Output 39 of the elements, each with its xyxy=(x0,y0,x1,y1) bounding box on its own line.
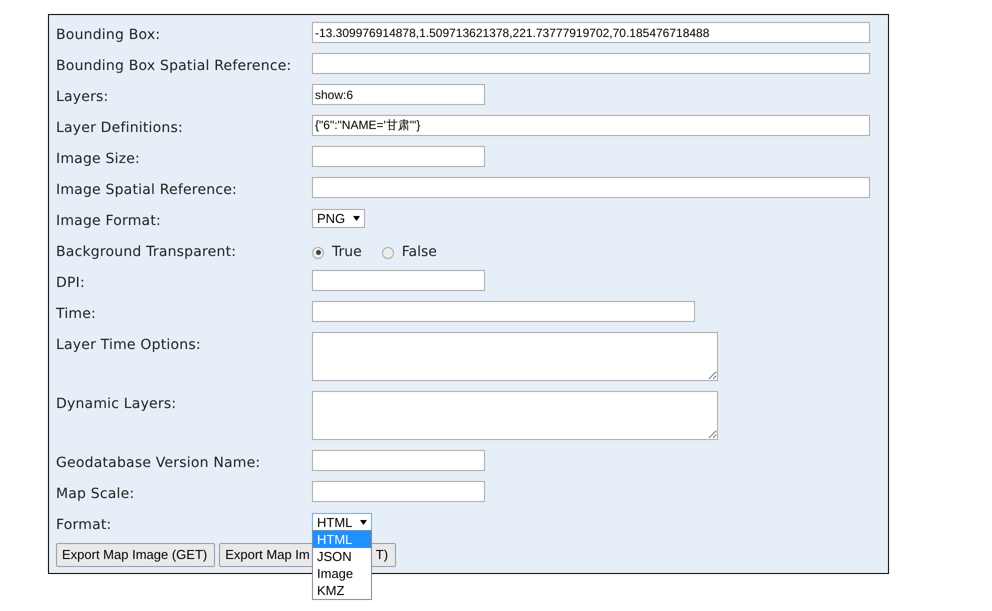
export-button[interactable]: Export Map Image (GET) xyxy=(56,543,216,566)
field-label: Geodatabase Version Name: xyxy=(56,454,262,473)
input-field[interactable] xyxy=(312,53,870,74)
dropdown-option[interactable]: Image xyxy=(313,565,371,582)
input-field[interactable] xyxy=(312,146,485,167)
radio-button[interactable] xyxy=(312,246,324,258)
select-field[interactable]: HTML xyxy=(312,513,372,532)
field-label: Format: xyxy=(56,516,112,535)
caret-icon xyxy=(360,520,368,525)
text-area[interactable] xyxy=(312,391,718,440)
radio-label: False xyxy=(402,243,437,262)
field-label: DPI: xyxy=(56,274,86,293)
input-field[interactable] xyxy=(312,481,485,502)
radio-label: True xyxy=(332,243,362,262)
text-area[interactable] xyxy=(312,332,718,381)
field-label: Layers: xyxy=(56,88,110,107)
field-label: Layer Time Options: xyxy=(56,336,202,355)
field-label: Image Size: xyxy=(56,150,141,169)
input-field[interactable]: {"6":"NAME='甘肃'"} xyxy=(312,115,870,136)
radio-button[interactable] xyxy=(382,246,394,258)
field-label: Background Transparent: xyxy=(56,243,238,262)
caret-icon xyxy=(353,216,360,221)
input-field[interactable] xyxy=(312,301,695,322)
input-field[interactable] xyxy=(312,450,485,471)
field-label: Image Spatial Reference: xyxy=(56,181,238,200)
input-field[interactable]: -13.309976914878,1.509713621378,221.73777919702,70.185476718488 xyxy=(312,22,870,43)
dropdown-option[interactable]: KMZ xyxy=(313,582,371,599)
input-field[interactable] xyxy=(312,177,870,198)
input-field[interactable] xyxy=(312,270,485,291)
field-label: Layer Definitions: xyxy=(56,119,184,138)
field-label: Bounding Box Spatial Reference: xyxy=(56,57,292,76)
field-label: Image Format: xyxy=(56,212,162,231)
dropdown-option[interactable]: JSON xyxy=(313,548,371,565)
field-label: Time: xyxy=(56,305,97,324)
field-label: Dynamic Layers: xyxy=(56,395,178,414)
field-label: Map Scale: xyxy=(56,485,136,504)
select-field[interactable]: PNG xyxy=(312,209,366,228)
input-field[interactable]: show:6 xyxy=(312,84,485,105)
field-label: Bounding Box: xyxy=(56,26,162,45)
